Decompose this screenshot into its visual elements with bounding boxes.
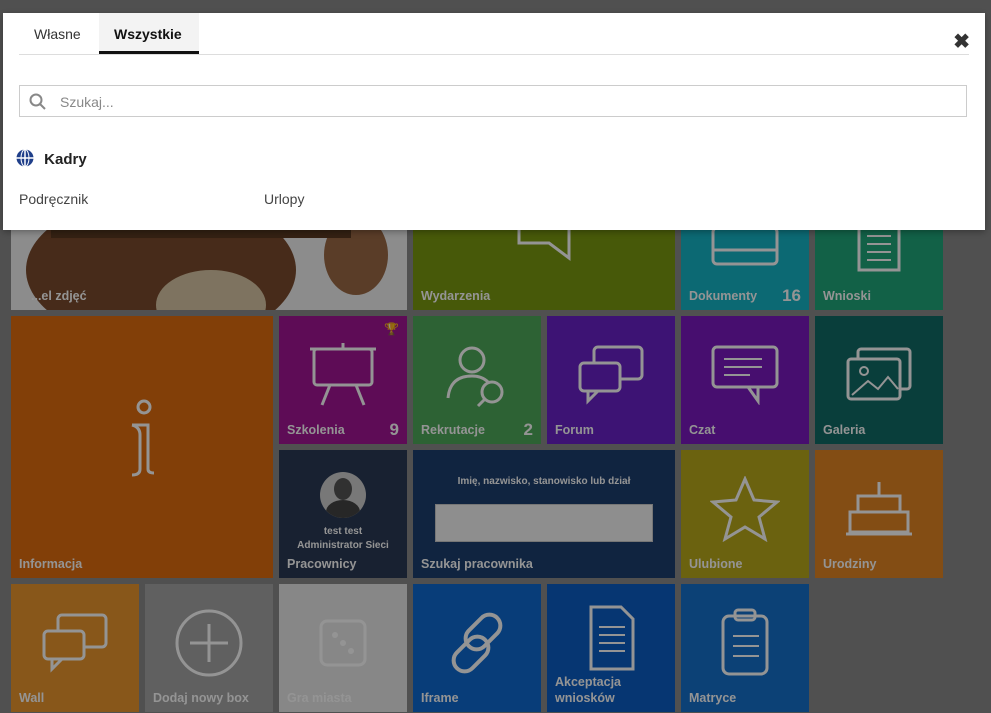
search-box	[19, 85, 967, 118]
tab-bar: Własne Wszystkie	[19, 13, 969, 55]
link-handbook[interactable]: Podręcznik	[19, 191, 88, 207]
tab-all[interactable]: Wszystkie	[114, 26, 182, 42]
search-icon	[29, 93, 46, 110]
section-header: Kadry	[16, 149, 87, 168]
section-title: Kadry	[44, 151, 87, 168]
link-leave[interactable]: Urlopy	[264, 191, 304, 207]
modal-dialog: Własne Wszystkie ✖ Kadry Podręcznik Urlo…	[3, 13, 985, 230]
tab-own[interactable]: Własne	[34, 26, 81, 42]
globe-icon	[16, 149, 34, 167]
close-icon[interactable]: ✖	[953, 29, 970, 54]
search-input[interactable]	[58, 86, 942, 118]
